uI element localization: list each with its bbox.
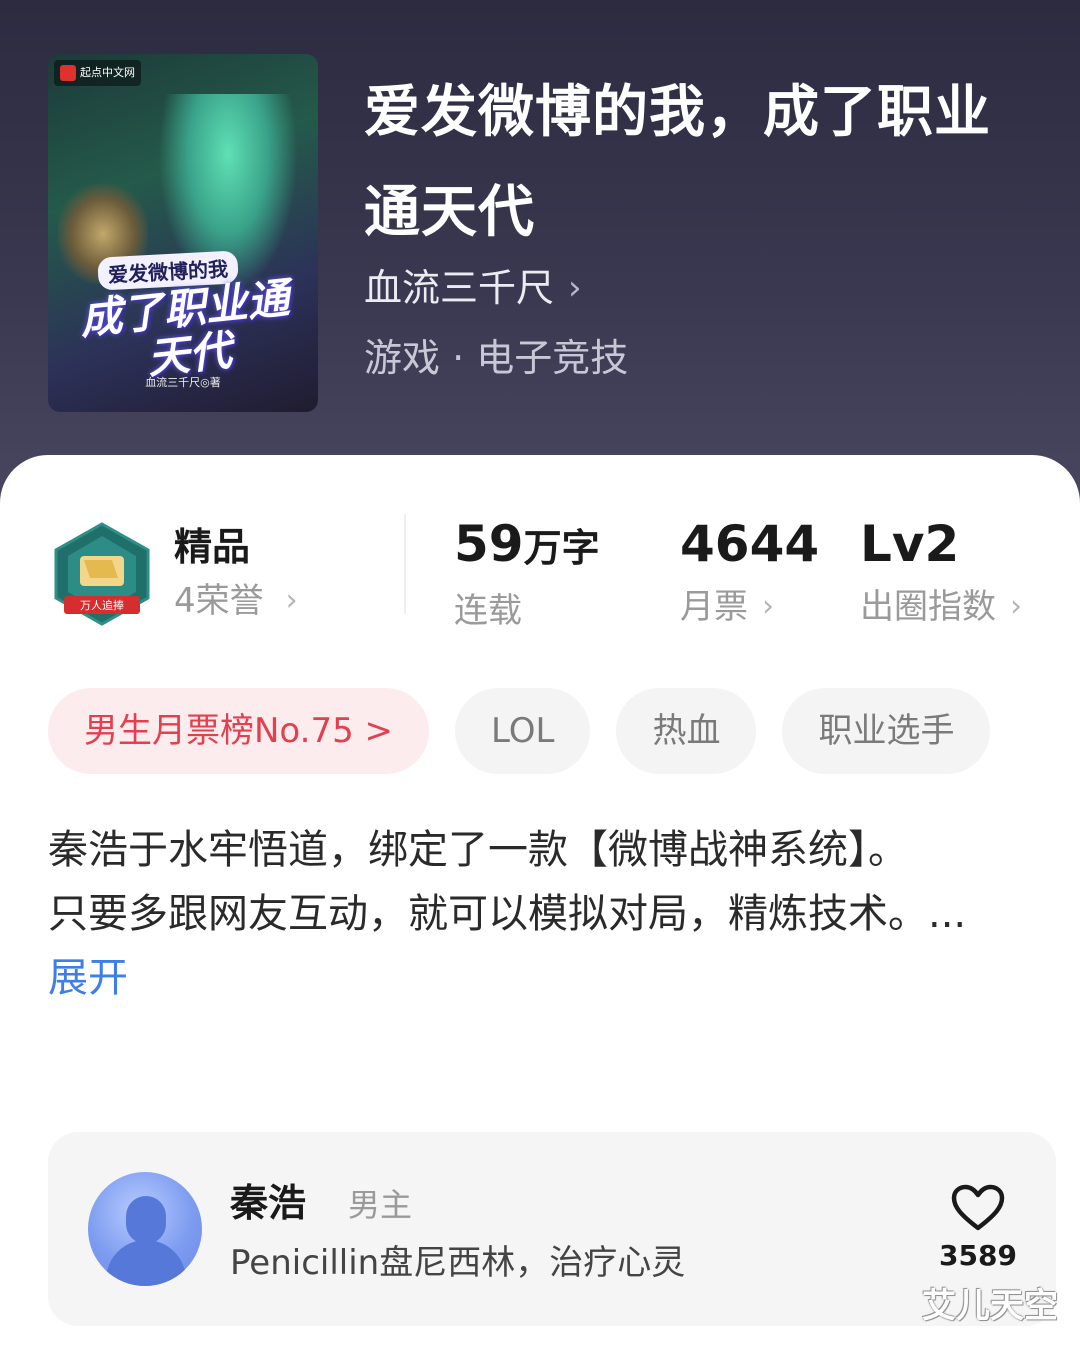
monthly-votes-value: 4644: [680, 515, 820, 573]
honors-count: 4荣誉: [174, 581, 264, 621]
publisher-name: 起点中文网: [80, 66, 135, 79]
tag-list: 男生月票榜No.75 > LOL 热血 职业选手: [48, 688, 991, 774]
author-link[interactable]: 血流三千尺 ›: [364, 262, 582, 314]
description-line-1: 秦浩于水牢悟道，绑定了一款【微博战神系统】。: [48, 827, 908, 873]
character-role: 男主: [348, 1186, 413, 1224]
chevron-right-icon: ›: [762, 589, 774, 624]
chevron-right-icon: ›: [568, 268, 582, 308]
serial-status: 连载: [454, 591, 522, 631]
book-genre: 游戏 · 电子竞技: [364, 336, 629, 380]
chevron-right-icon: ›: [1010, 589, 1022, 624]
character-description: Penicillin盘尼西林，治疗心灵: [230, 1243, 686, 1283]
publisher-logo-icon: [60, 65, 76, 81]
expand-link[interactable]: 展开: [48, 955, 128, 1001]
description-line-2: 只要多跟网友互动，就可以模拟对局，精炼技术。...: [48, 891, 967, 937]
breakout-index-value: Lv2: [860, 515, 960, 573]
monthly-votes-stat[interactable]: 4644 月票 ›: [680, 514, 819, 632]
like-button[interactable]: 3589: [928, 1184, 1028, 1274]
watermark: 艾儿天空: [922, 1286, 1058, 1326]
quality-stat[interactable]: 精品 4荣誉 ›: [174, 522, 298, 626]
word-count-value: 59: [454, 515, 524, 573]
tag-pro-player[interactable]: 职业选手: [782, 688, 991, 774]
word-count-unit: 万字: [523, 526, 600, 570]
chevron-right-icon: ›: [285, 583, 298, 618]
book-cover[interactable]: 起点中文网 爱发微博的我 成了职业通天代 血流三千尺◎著: [48, 54, 318, 412]
divider: [404, 514, 406, 614]
quality-label: 精品: [174, 525, 251, 569]
like-count: 3589: [939, 1239, 1017, 1272]
monthly-votes-label: 月票: [680, 587, 748, 627]
tag-lol[interactable]: LOL: [455, 688, 591, 774]
publisher-logo: 起点中文网: [54, 60, 141, 86]
avatar[interactable]: [88, 1172, 202, 1286]
tag-ranking[interactable]: 男生月票榜No.75 >: [48, 688, 430, 774]
breakout-index-label: 出圈指数: [860, 587, 996, 627]
character-card[interactable]: 秦浩 男主 Penicillin盘尼西林，治疗心灵 3589: [48, 1132, 1056, 1326]
character-name: 秦浩: [230, 1181, 307, 1225]
author-name: 血流三千尺: [364, 266, 555, 310]
breakout-index-stat[interactable]: Lv2 出圈指数 ›: [860, 514, 1022, 632]
heart-icon: [951, 1184, 1005, 1231]
cover-author: 血流三千尺◎著: [145, 376, 221, 389]
word-count-stat: 59万字 连载: [454, 514, 600, 636]
quality-badge-icon[interactable]: 万人追捧: [52, 522, 152, 626]
book-description: 秦浩于水牢悟道，绑定了一款【微博战神系统】。 只要多跟网友互动，就可以模拟对局，…: [48, 818, 968, 1010]
book-title: 爱发微博的我，成了职业通天代: [364, 79, 991, 245]
cover-main-title: 成了职业通天代: [77, 273, 292, 384]
badge-text: 万人追捧: [80, 598, 124, 612]
tag-hot-blood[interactable]: 热血: [616, 688, 757, 774]
